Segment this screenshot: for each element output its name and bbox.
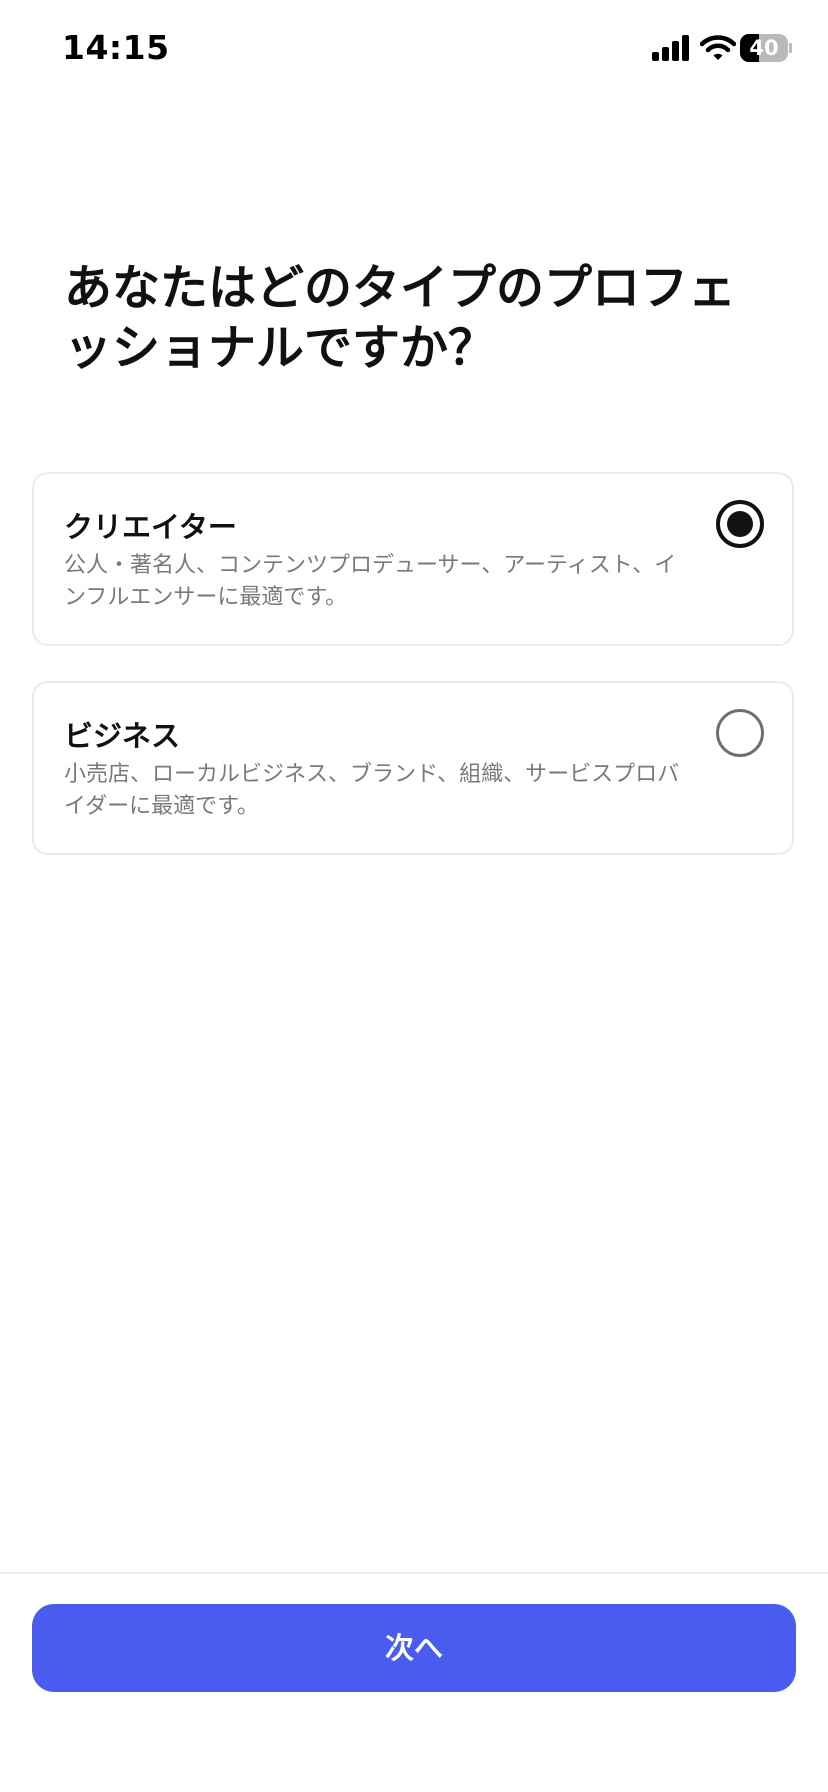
battery-icon: 40 — [740, 34, 792, 62]
wifi-icon — [700, 35, 736, 60]
status-time: 14:15 — [62, 28, 170, 67]
option-card-business[interactable]: ビジネス 小売店、ローカルビジネス、ブランド、組織、サービスプロバイダーに最適で… — [32, 681, 794, 855]
next-button[interactable]: 次へ — [32, 1604, 796, 1692]
radio-button-business[interactable] — [716, 709, 764, 757]
status-bar: 14:15 40 — [0, 0, 828, 100]
cellular-signal-icon — [652, 35, 689, 61]
battery-level: 40 — [749, 36, 779, 60]
radio-dot — [727, 511, 753, 537]
page-title: あなたはどのタイプのプロフェッショナルですか？ — [64, 260, 737, 376]
option-description-business: 小売店、ローカルビジネス、ブランド、組織、サービスプロバイダーに最適です。 — [64, 762, 680, 819]
radio-button-creator-selected[interactable] — [716, 500, 764, 548]
option-description-creator: 公人・著名人、コンテンツプロデューサー、アーティスト、インフルエンサーに最適です… — [64, 553, 677, 610]
footer-divider — [0, 1572, 828, 1574]
option-title-business: ビジネス — [64, 719, 181, 753]
option-card-creator[interactable]: クリエイター 公人・著名人、コンテンツプロデューサー、アーティスト、インフルエン… — [32, 472, 794, 646]
option-title-creator: クリエイター — [64, 510, 237, 544]
